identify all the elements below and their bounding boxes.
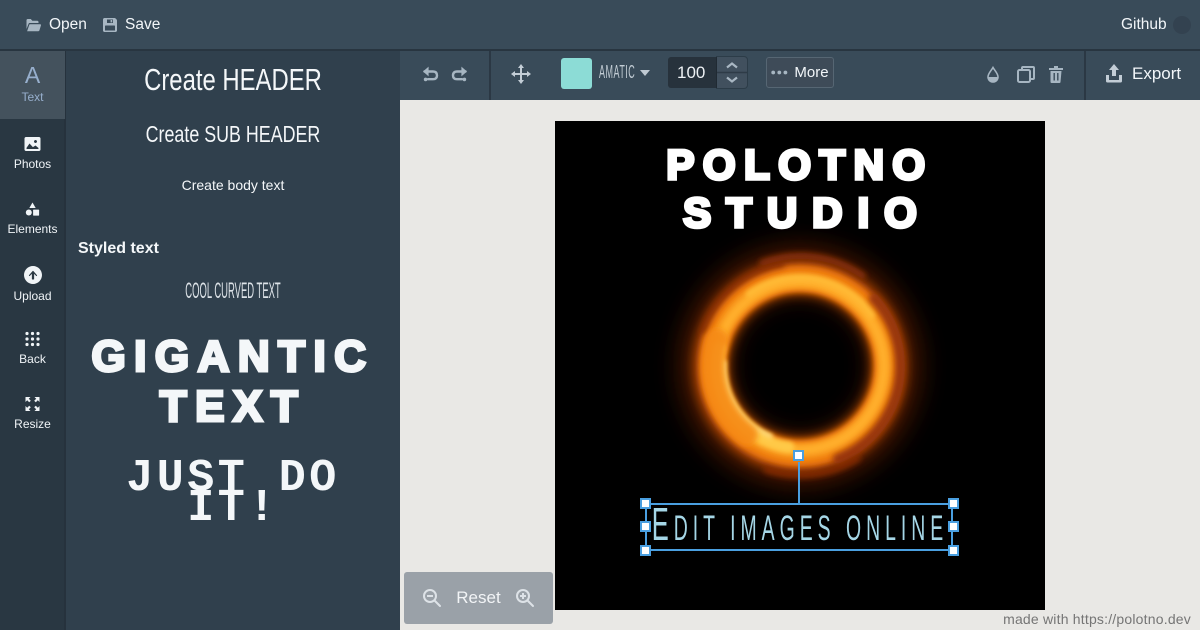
svg-text:AMATIC: AMATIC xyxy=(599,63,635,82)
svg-text:COOL CURVED TEXT: COOL CURVED TEXT xyxy=(185,279,280,304)
